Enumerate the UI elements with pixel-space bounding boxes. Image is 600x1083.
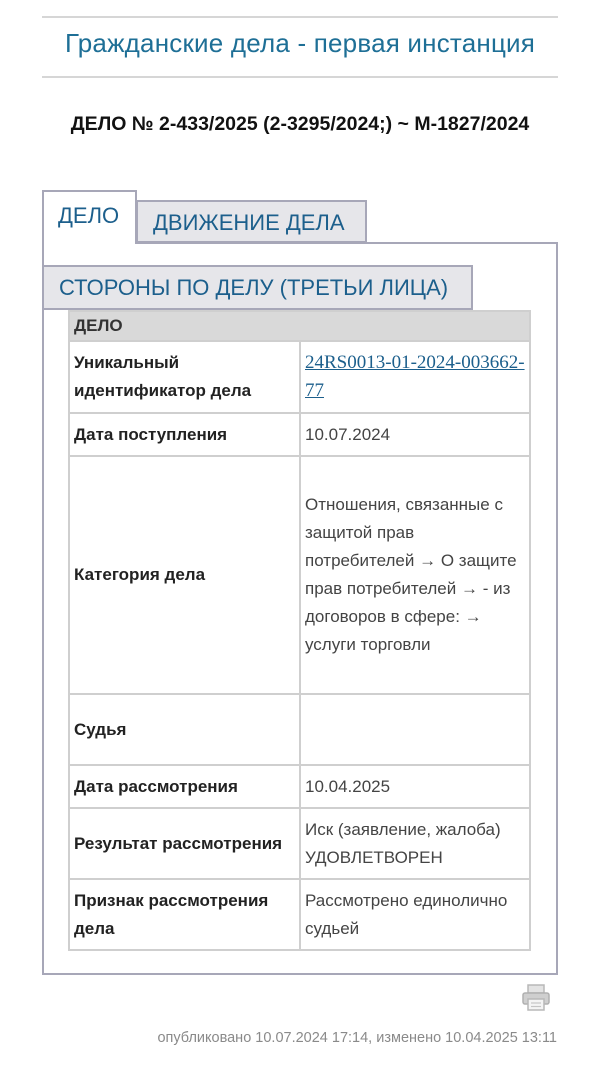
row-value: Иск (заявление, жалоба) УДОВЛЕТВОРЕН bbox=[299, 807, 531, 880]
table-row: Судья bbox=[68, 693, 531, 766]
table-row: Уникальный идентификатор дела 24RS0013-0… bbox=[68, 340, 531, 414]
row-value: Отношения, связанные с защитой прав потр… bbox=[299, 455, 531, 695]
row-value: Рассмотрено единолично судьей bbox=[299, 878, 531, 951]
tab-case-label: ДЕЛО bbox=[58, 203, 120, 228]
printer-icon[interactable] bbox=[521, 984, 551, 1012]
page-title: Гражданские дела - первая инстанция bbox=[64, 28, 536, 58]
publication-info: опубликовано 10.07.2024 17:14, изменено … bbox=[157, 1030, 557, 1046]
tab-case-movement[interactable]: ДВИЖЕНИЕ ДЕЛА bbox=[136, 200, 367, 243]
table-row: Дата рассмотрения 10.04.2025 bbox=[68, 764, 531, 809]
tab-parties-label: СТОРОНЫ ПО ДЕЛУ (ТРЕТЬИ ЛИЦА) bbox=[59, 275, 449, 300]
case-uid-link[interactable]: 24RS0013-01-2024-003662-77 bbox=[305, 352, 525, 401]
title-divider bbox=[42, 76, 558, 78]
tab-case[interactable]: ДЕЛО bbox=[42, 190, 137, 244]
row-value: 10.04.2025 bbox=[299, 764, 531, 809]
row-label: Результат рассмотрения bbox=[68, 807, 301, 880]
case-number-heading: ДЕЛО № 2-433/2025 (2-3295/2024;) ~ М-182… bbox=[70, 113, 530, 135]
row-label: Признак рассмотрения дела bbox=[68, 878, 301, 951]
table-row: Дата поступления 10.07.2024 bbox=[68, 412, 531, 457]
table-row: Признак рассмотрения дела Рассмотрено ед… bbox=[68, 878, 531, 951]
row-label: Дата поступления bbox=[68, 412, 301, 457]
row-label: Уникальный идентификатор дела bbox=[68, 340, 301, 414]
row-value bbox=[299, 693, 531, 766]
tab-parties[interactable]: СТОРОНЫ ПО ДЕЛУ (ТРЕТЬИ ЛИЦА) bbox=[42, 265, 473, 310]
case-details-table: ДЕЛО Уникальный идентификатор дела 24RS0… bbox=[68, 310, 531, 951]
row-label: Категория дела bbox=[68, 455, 301, 695]
page: Гражданские дела - первая инстанция ДЕЛО… bbox=[0, 0, 600, 1083]
table-row: Результат рассмотрения Иск (заявление, ж… bbox=[68, 807, 531, 880]
row-value: 10.07.2024 bbox=[299, 412, 531, 457]
row-value: 24RS0013-01-2024-003662-77 bbox=[299, 340, 531, 414]
table-header-row: ДЕЛО bbox=[68, 310, 531, 342]
top-divider bbox=[42, 16, 558, 18]
table-row: Категория дела Отношения, связанные с за… bbox=[68, 455, 531, 695]
tab-case-movement-label: ДВИЖЕНИЕ ДЕЛА bbox=[153, 210, 345, 235]
table-header: ДЕЛО bbox=[68, 310, 531, 342]
row-label: Судья bbox=[68, 693, 301, 766]
row-label: Дата рассмотрения bbox=[68, 764, 301, 809]
